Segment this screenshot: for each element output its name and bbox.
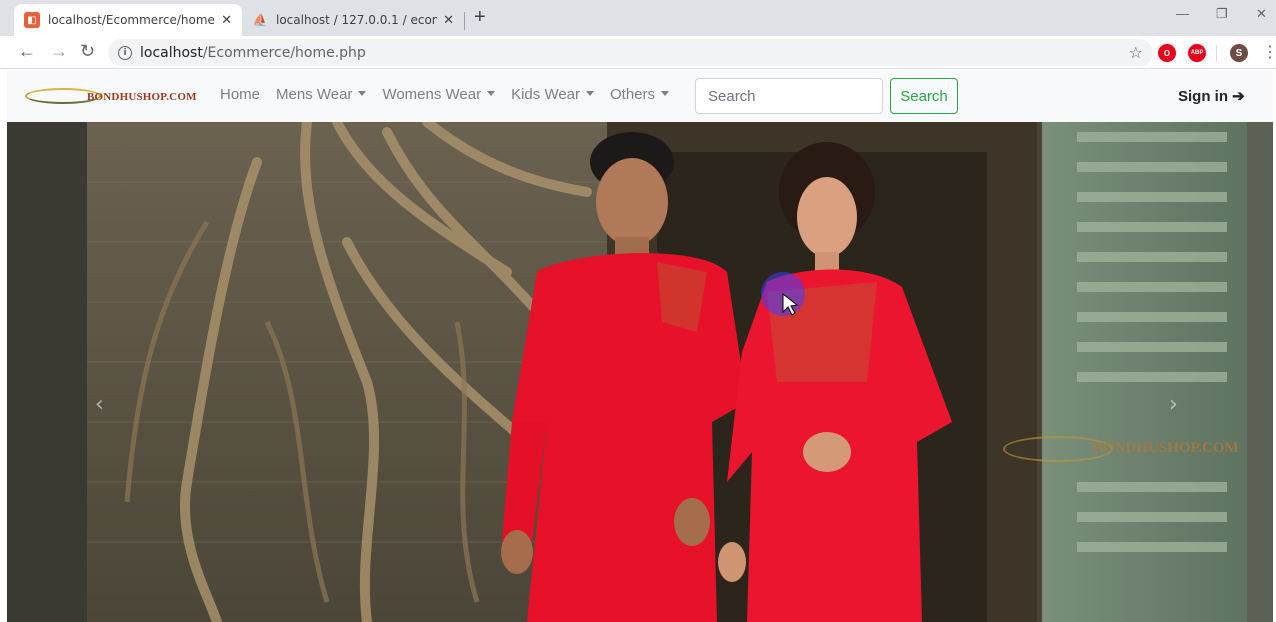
carousel-prev-icon[interactable]: ‹ (95, 392, 104, 417)
brand-name: BONDHUSHOP.COM (87, 91, 197, 103)
hero-photo (7, 122, 1273, 622)
address-host: localhost (140, 44, 203, 61)
hero-watermark: BONDHUSHOP.COM (1093, 440, 1239, 456)
back-button[interactable]: ← (18, 41, 36, 62)
tab-separator (464, 12, 465, 30)
nav-others[interactable]: Others (610, 86, 670, 103)
forward-button[interactable]: → (50, 41, 68, 62)
nav-womens-wear[interactable]: Womens Wear (382, 86, 496, 103)
main-menu: Home Mens Wear Womens Wear Kids Wear Oth… (220, 86, 685, 103)
caret-down-icon (586, 90, 595, 96)
profile-avatar[interactable]: S (1230, 44, 1248, 62)
opera-extension-icon[interactable]: O (1158, 44, 1176, 62)
adblock-extension-icon[interactable]: ABP (1188, 44, 1206, 62)
carousel-next-icon[interactable]: › (1169, 392, 1178, 417)
hero-carousel: BONDHUSHOP.COM ‹ › (7, 122, 1273, 622)
phpmyadmin-favicon-icon: ⛵ (252, 13, 268, 27)
extension-separator (1216, 45, 1217, 61)
tab-title: localhost/Ecommerce/home.php (48, 13, 215, 27)
search-input[interactable] (695, 78, 883, 114)
brand-logo[interactable]: BONDHUSHOP.COM (25, 82, 197, 112)
nav-label: Womens Wear (382, 86, 482, 103)
minimize-button[interactable]: — (1176, 6, 1189, 21)
browser-toolbar: ← → ↻ i localhost/Ecommerce/home.php ☆ O… (0, 36, 1276, 69)
bookmark-star-icon[interactable]: ☆ (1129, 43, 1143, 62)
sign-in-link[interactable]: Sign in ➔ (1178, 87, 1245, 105)
caret-down-icon (661, 90, 670, 96)
nav-kids-wear[interactable]: Kids Wear (511, 86, 595, 103)
restore-button[interactable]: ❐ (1216, 6, 1228, 22)
browser-tab-strip: ◧ localhost/Ecommerce/home.php ✕ ⛵ local… (0, 0, 1276, 36)
nav-label: Kids Wear (511, 86, 581, 103)
sign-in-icon: ➔ (1232, 88, 1245, 105)
browser-menu-icon[interactable]: ⋮ (1262, 42, 1276, 62)
new-tab-button[interactable]: + (474, 6, 486, 29)
site-info-icon[interactable]: i (118, 45, 132, 60)
ecommerce-favicon-icon: ◧ (24, 12, 40, 28)
sign-in-label: Sign in (1178, 88, 1228, 105)
nav-label: Home (220, 86, 261, 103)
address-bar[interactable]: i localhost/Ecommerce/home.php ☆ (108, 39, 1153, 66)
site-navbar: BONDHUSHOP.COM Home Mens Wear Womens Wea… (7, 70, 1273, 122)
nav-home[interactable]: Home (220, 86, 260, 103)
tab-close-icon[interactable]: ✕ (221, 13, 232, 28)
nav-label: Others (610, 86, 656, 103)
reload-button[interactable]: ↻ (80, 41, 95, 62)
tab-close-icon[interactable]: ✕ (443, 13, 454, 28)
browser-tab-active[interactable]: ◧ localhost/Ecommerce/home.php ✕ (14, 4, 242, 36)
nav-mens-wear[interactable]: Mens Wear (276, 86, 367, 103)
browser-tab-phpmyadmin[interactable]: ⛵ localhost / 127.0.0.1 / ecommerc ✕ (242, 4, 464, 36)
caret-down-icon (358, 90, 367, 96)
nav-label: Mens Wear (276, 86, 353, 103)
address-path: /Ecommerce/home.php (202, 44, 366, 61)
tab-title: localhost / 127.0.0.1 / ecommerc (276, 13, 437, 27)
caret-down-icon (487, 90, 496, 96)
search-button[interactable]: Search (890, 78, 958, 114)
window-close-button[interactable]: ✕ (1256, 6, 1267, 22)
